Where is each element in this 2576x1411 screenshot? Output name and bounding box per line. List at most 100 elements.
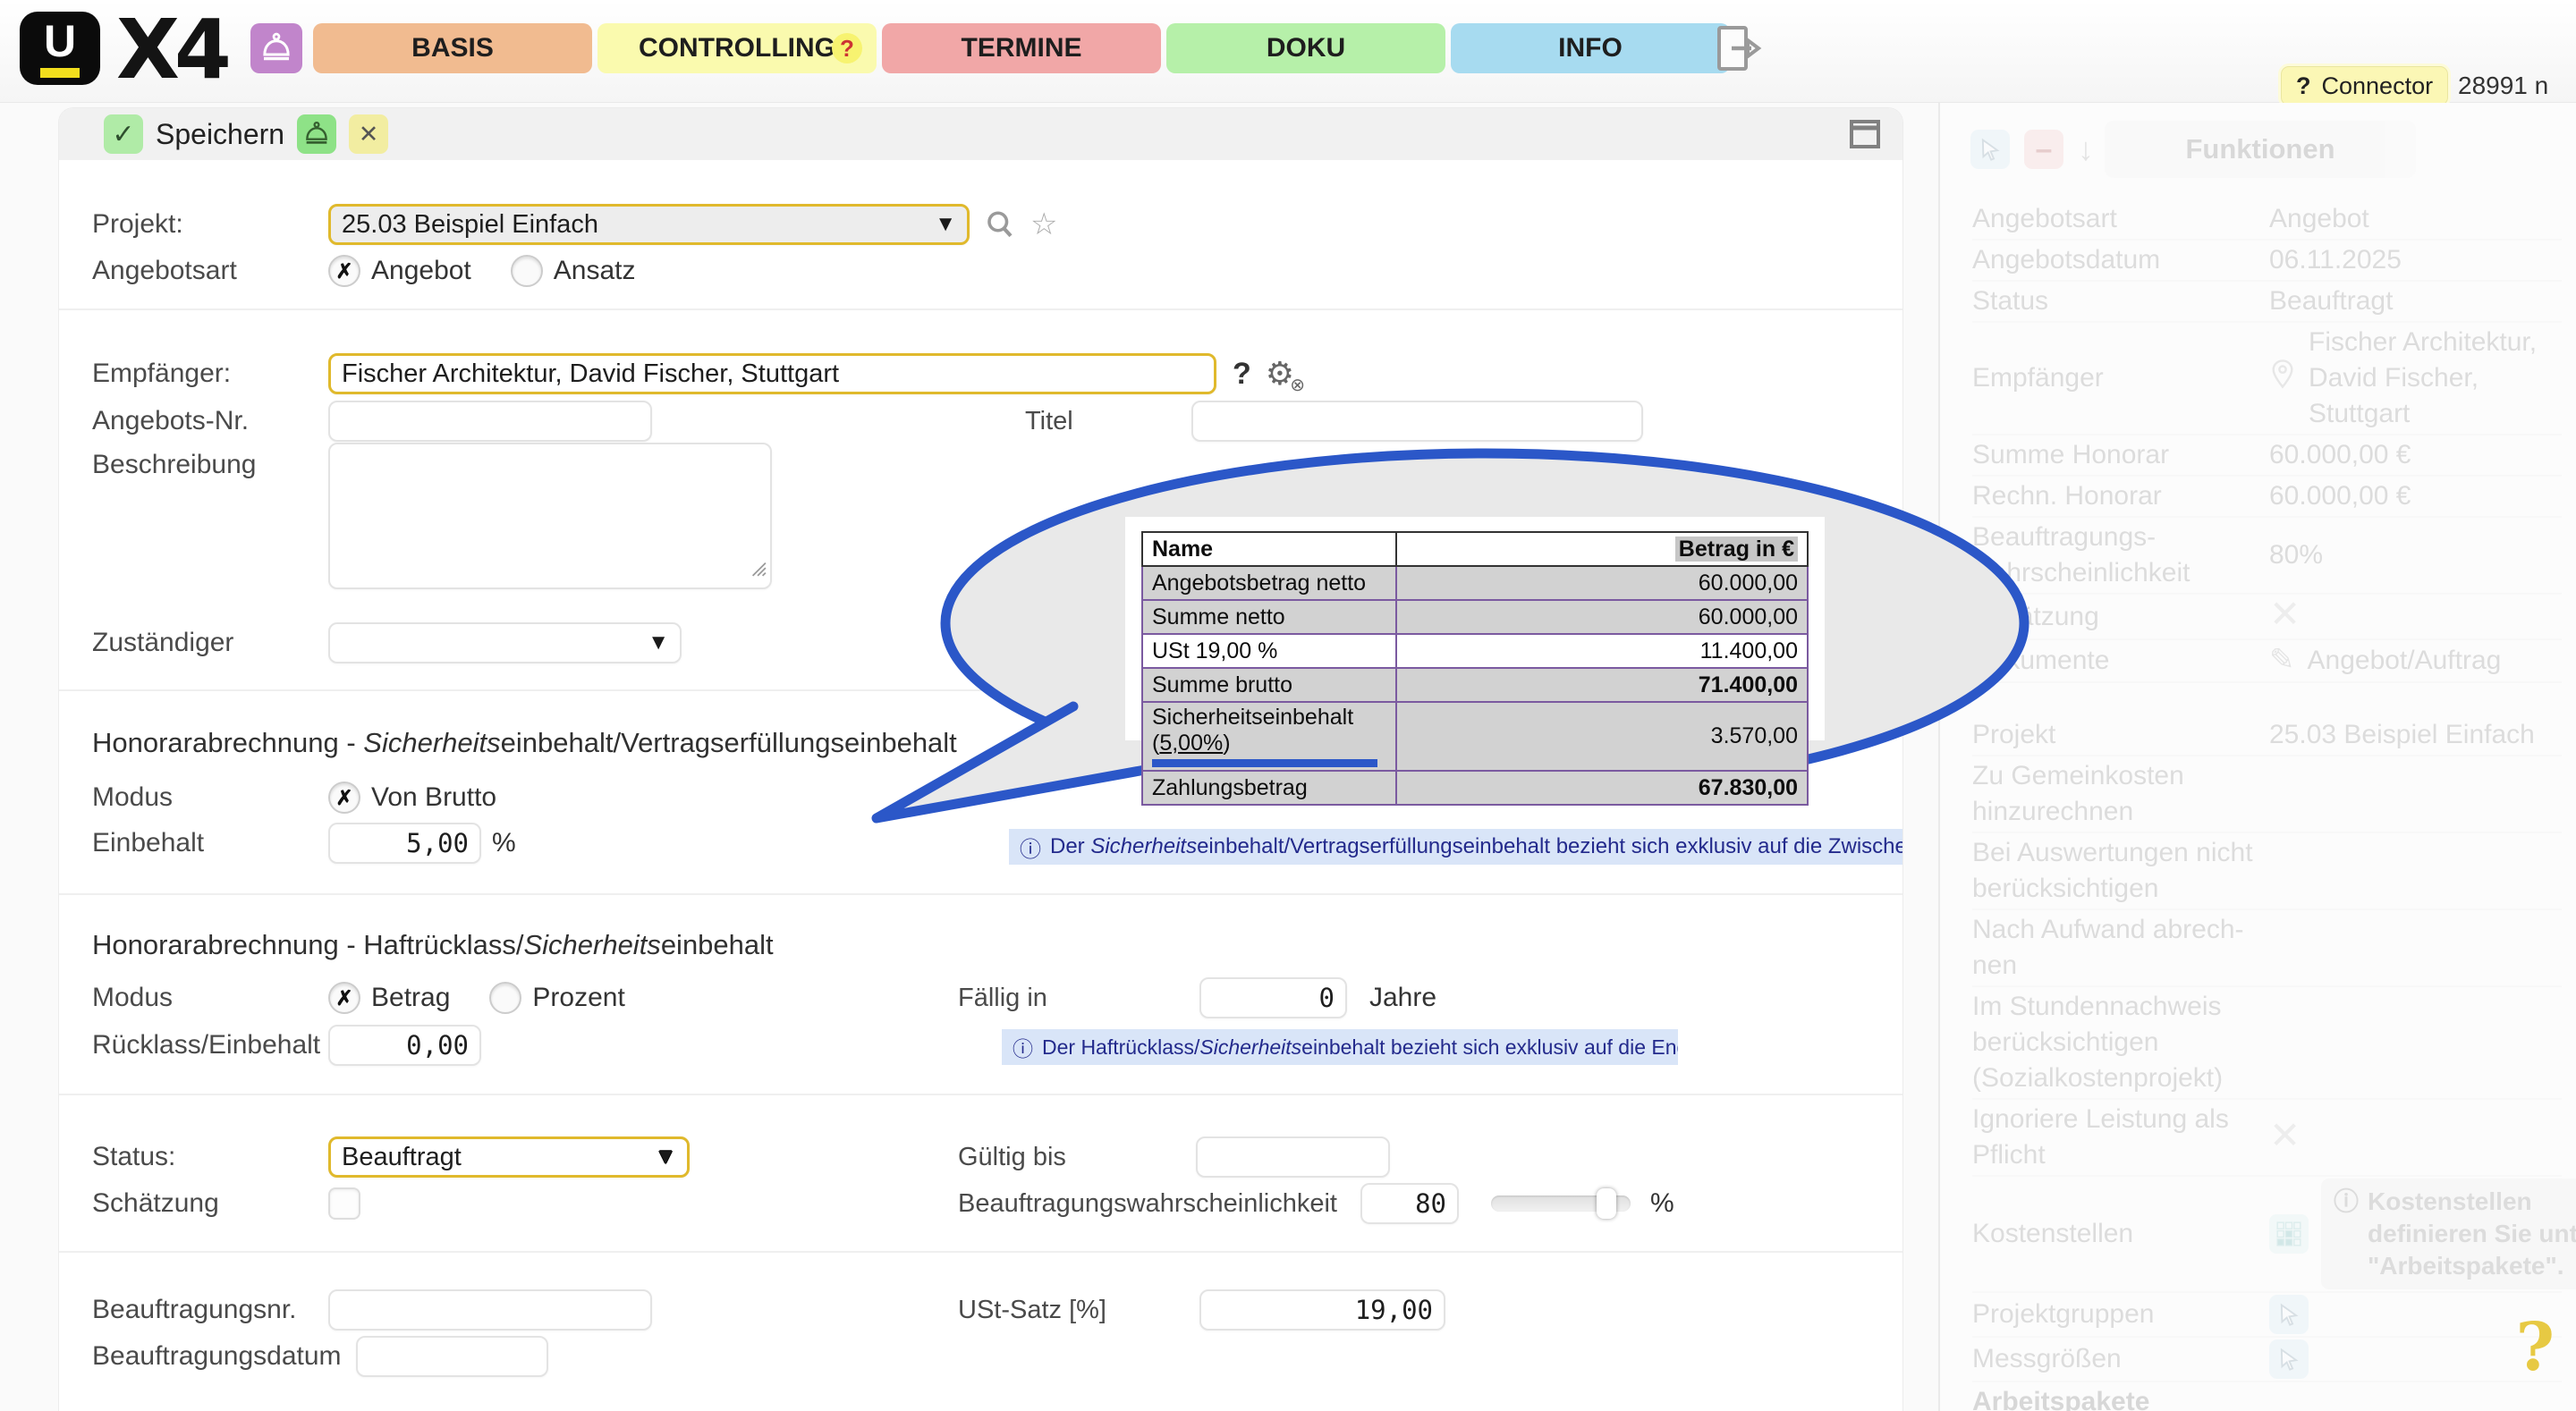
faellig-unit: Jahre xyxy=(1369,983,1436,1013)
slider-handle[interactable] xyxy=(1597,1188,1616,1219)
projekt-label: Projekt: xyxy=(92,209,328,240)
betrag-table: NameBetrag in €Angebotsbetrag netto60.00… xyxy=(1141,531,1809,806)
sidebar-row: Arbeitspakete xyxy=(1972,1382,2562,1411)
row-value: 60.000,00 € xyxy=(2269,437,2411,473)
divider xyxy=(59,1251,1902,1253)
cloche-icon[interactable] xyxy=(250,23,302,73)
sidebar-row: Beauftragungs-wahrscheinlichkeit80% xyxy=(1972,518,2562,595)
empfaenger-value: Fischer Architektur, David Fischer, Stut… xyxy=(342,359,839,389)
section-title-sicherheitseinbehalt: Honorarabrechnung - Sicherheitseinbehalt… xyxy=(92,727,957,759)
help-icon[interactable]: ? xyxy=(1233,357,1251,392)
main-nav-tabs: BASIS CONTROLLING? TERMINE DOKU INFO xyxy=(313,23,1730,73)
angebotsart-label: Angebotsart xyxy=(92,256,328,286)
x-mark-icon: ✕ xyxy=(2269,1118,2301,1158)
schaetzung-checkbox[interactable] xyxy=(328,1187,360,1220)
tab-doku[interactable]: DOKU xyxy=(1166,23,1445,73)
app-root: U X4 BASISCONTROLLING?TERMINEDOKUINFO ? … xyxy=(0,0,2576,1411)
sidebar-row: Ignoriere Leistung als Pflicht✕ xyxy=(1972,1100,2562,1177)
radio-betrag[interactable] xyxy=(328,982,360,1014)
pencil-icon[interactable]: ✎ xyxy=(2269,642,2295,680)
row-label: Arbeitspakete xyxy=(1972,1382,2149,1411)
info-icon: ⓘ xyxy=(1020,832,1041,863)
ust-label: USt-Satz [%] xyxy=(958,1296,1106,1325)
row-label: Ignoriere Leistung als Pflicht xyxy=(1972,1100,2269,1175)
radio-angebot-label: Angebot xyxy=(371,256,471,286)
table-row: Sicherheitseinbehalt (5,00%)3.570,00 xyxy=(1142,702,1808,771)
projekt-select[interactable]: 25.03 Beispiel Einfach ▼ xyxy=(328,204,970,245)
radio-prozent[interactable] xyxy=(489,982,521,1014)
tab-label: CONTROLLING xyxy=(639,33,835,63)
status-select[interactable]: Beauftragt ▼ xyxy=(328,1136,690,1178)
angebotsnr-input[interactable] xyxy=(328,401,652,442)
divider xyxy=(59,893,1902,895)
sidebar-row: Projektgruppen xyxy=(1972,1293,2562,1338)
gueltig-input[interactable] xyxy=(1196,1136,1390,1178)
einbehalt-unit: % xyxy=(492,828,516,858)
arrow-down-icon[interactable]: ↓ xyxy=(2078,131,2094,168)
tab-info[interactable]: INFO xyxy=(1451,23,1730,73)
tab-label: DOKU xyxy=(1267,33,1345,63)
tab-label: BASIS xyxy=(411,33,494,63)
betrag-table-panel: NameBetrag in €Angebotsbetrag netto60.00… xyxy=(1125,517,1825,740)
tab-basis[interactable]: BASIS xyxy=(313,23,592,73)
untermstrich-logo[interactable]: U xyxy=(20,12,100,85)
ust-input[interactable]: 19,00 xyxy=(1199,1289,1445,1331)
save-button[interactable]: Speichern xyxy=(156,118,284,151)
row-value: 25.03 Beispiel Einfach xyxy=(2269,717,2535,753)
minus-icon[interactable]: – xyxy=(2024,130,2063,169)
empfaenger-label: Empfänger: xyxy=(92,359,328,389)
row-label: Dokumente xyxy=(1972,641,2269,680)
einbehalt-input[interactable]: 5,00 xyxy=(328,823,481,864)
sidebar-rows: AngebotsartAngebotAngebotsdatum06.11.202… xyxy=(1972,199,2562,1411)
grid-icon[interactable] xyxy=(2269,1214,2309,1254)
row-value: Angebot xyxy=(2269,201,2369,237)
table-row: Summe brutto71.400,00 xyxy=(1142,668,1808,702)
logo-underline xyxy=(40,68,80,78)
faellig-input[interactable]: 0 xyxy=(1199,977,1347,1018)
confirm-icon[interactable]: ✓ xyxy=(104,114,143,154)
tab-termine[interactable]: TERMINE xyxy=(882,23,1161,73)
session-id: 28991 n xyxy=(2458,72,2548,100)
sidebar-row: EmpfängerFischer Architektur, David Fisc… xyxy=(1972,323,2562,435)
connector-badge[interactable]: ? Connector xyxy=(2281,66,2448,106)
info-haftruecklass: ⓘ Der Haftrücklass/Sicherheitseinbehalt … xyxy=(1002,1029,1678,1065)
cursor-tool-icon[interactable] xyxy=(1970,130,2010,169)
beschreibung-textarea[interactable] xyxy=(328,443,772,589)
wahrscheinlichkeit-input[interactable]: 80 xyxy=(1360,1183,1459,1224)
row-value: Beauftragt xyxy=(2269,283,2393,319)
status-label: Status: xyxy=(92,1142,328,1172)
window-icon[interactable] xyxy=(1849,119,1881,154)
search-icon[interactable] xyxy=(984,208,1016,241)
titel-input[interactable] xyxy=(1191,401,1643,442)
modus2-label: Modus xyxy=(92,983,328,1013)
table-row: Angebotsbetrag netto60.000,00 xyxy=(1142,566,1808,600)
table-row: Zahlungsbetrag67.830,00 xyxy=(1142,771,1808,805)
tab-controlling[interactable]: CONTROLLING? xyxy=(597,23,877,73)
radio-angebot[interactable] xyxy=(328,255,360,287)
gear-remove-icon[interactable]: ⚙⊗ xyxy=(1266,355,1294,393)
tab-label: TERMINE xyxy=(962,33,1082,63)
logout-icon[interactable] xyxy=(1716,23,1762,73)
radio-von-brutto[interactable] xyxy=(328,782,360,814)
ruecklass-input[interactable]: 0,00 xyxy=(328,1025,481,1066)
beauftragungsdatum-input[interactable] xyxy=(356,1336,548,1377)
empfaenger-input[interactable]: Fischer Architektur, David Fischer, Stut… xyxy=(328,353,1216,394)
tab-help-badge[interactable]: ? xyxy=(832,33,862,63)
resize-handle-icon[interactable] xyxy=(747,554,767,584)
sidebar-row: Rechn. Honorar60.000,00 € xyxy=(1972,477,2562,518)
row-label: Kostenstellen xyxy=(1972,1214,2269,1254)
sidebar-row: Im Stundennachweis berücksichtigen (Sozi… xyxy=(1972,987,2562,1100)
favorite-star-icon[interactable]: ☆ xyxy=(1030,207,1057,242)
close-icon[interactable]: ✕ xyxy=(349,114,388,154)
help-question-icon[interactable]: ? xyxy=(2516,1309,2555,1386)
cursor-icon[interactable] xyxy=(2269,1339,2309,1379)
zustaendiger-select[interactable]: ▼ xyxy=(328,622,682,663)
wahrscheinlichkeit-slider[interactable] xyxy=(1491,1196,1631,1212)
beauftragungsnr-input[interactable] xyxy=(328,1289,652,1331)
form-toolbar: ✓ Speichern ✕ xyxy=(59,108,1902,160)
radio-ansatz[interactable] xyxy=(511,255,543,287)
table-header-row: NameBetrag in € xyxy=(1142,532,1808,566)
section-title-haftruecklass: Honorarabrechnung - Haftrücklass/Sicherh… xyxy=(92,929,774,961)
cursor-icon[interactable] xyxy=(2269,1295,2309,1334)
save-cloche-icon[interactable] xyxy=(297,114,336,154)
